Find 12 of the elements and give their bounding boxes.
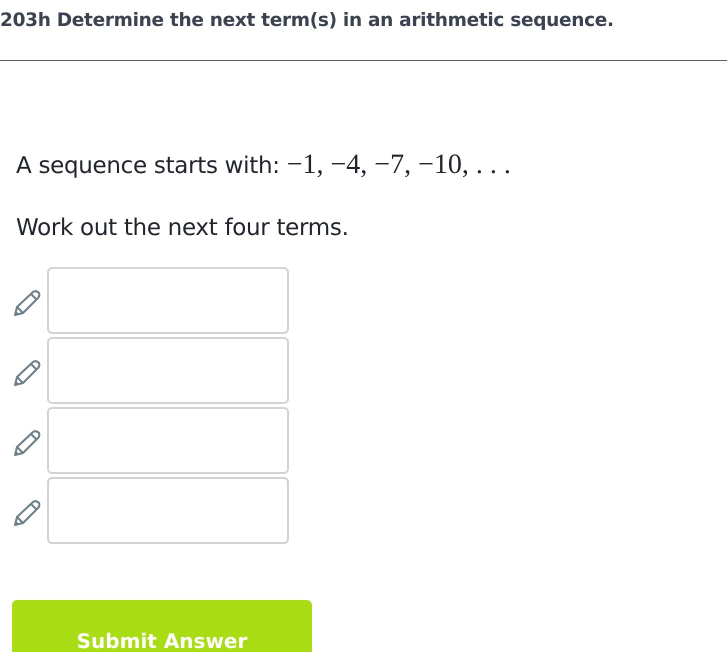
exercise-title: 203h Determine the next term(s) in an arithmetic sequence. [0, 9, 615, 33]
answer-box[interactable] [47, 337, 289, 404]
instruction-text: Work out the next four terms. [16, 215, 350, 241]
pencil-icon [12, 288, 42, 318]
answer-box[interactable] [47, 477, 289, 544]
answer-box[interactable] [47, 267, 289, 334]
pencil-icon [12, 428, 42, 458]
answer-box[interactable] [47, 407, 289, 474]
submit-button[interactable]: Submit Answer [12, 600, 312, 652]
question-text: A sequence starts with: −1, −4, −7, −10, . . . [16, 149, 512, 181]
pencil-icon [12, 498, 42, 528]
pencil-icon [12, 358, 42, 388]
